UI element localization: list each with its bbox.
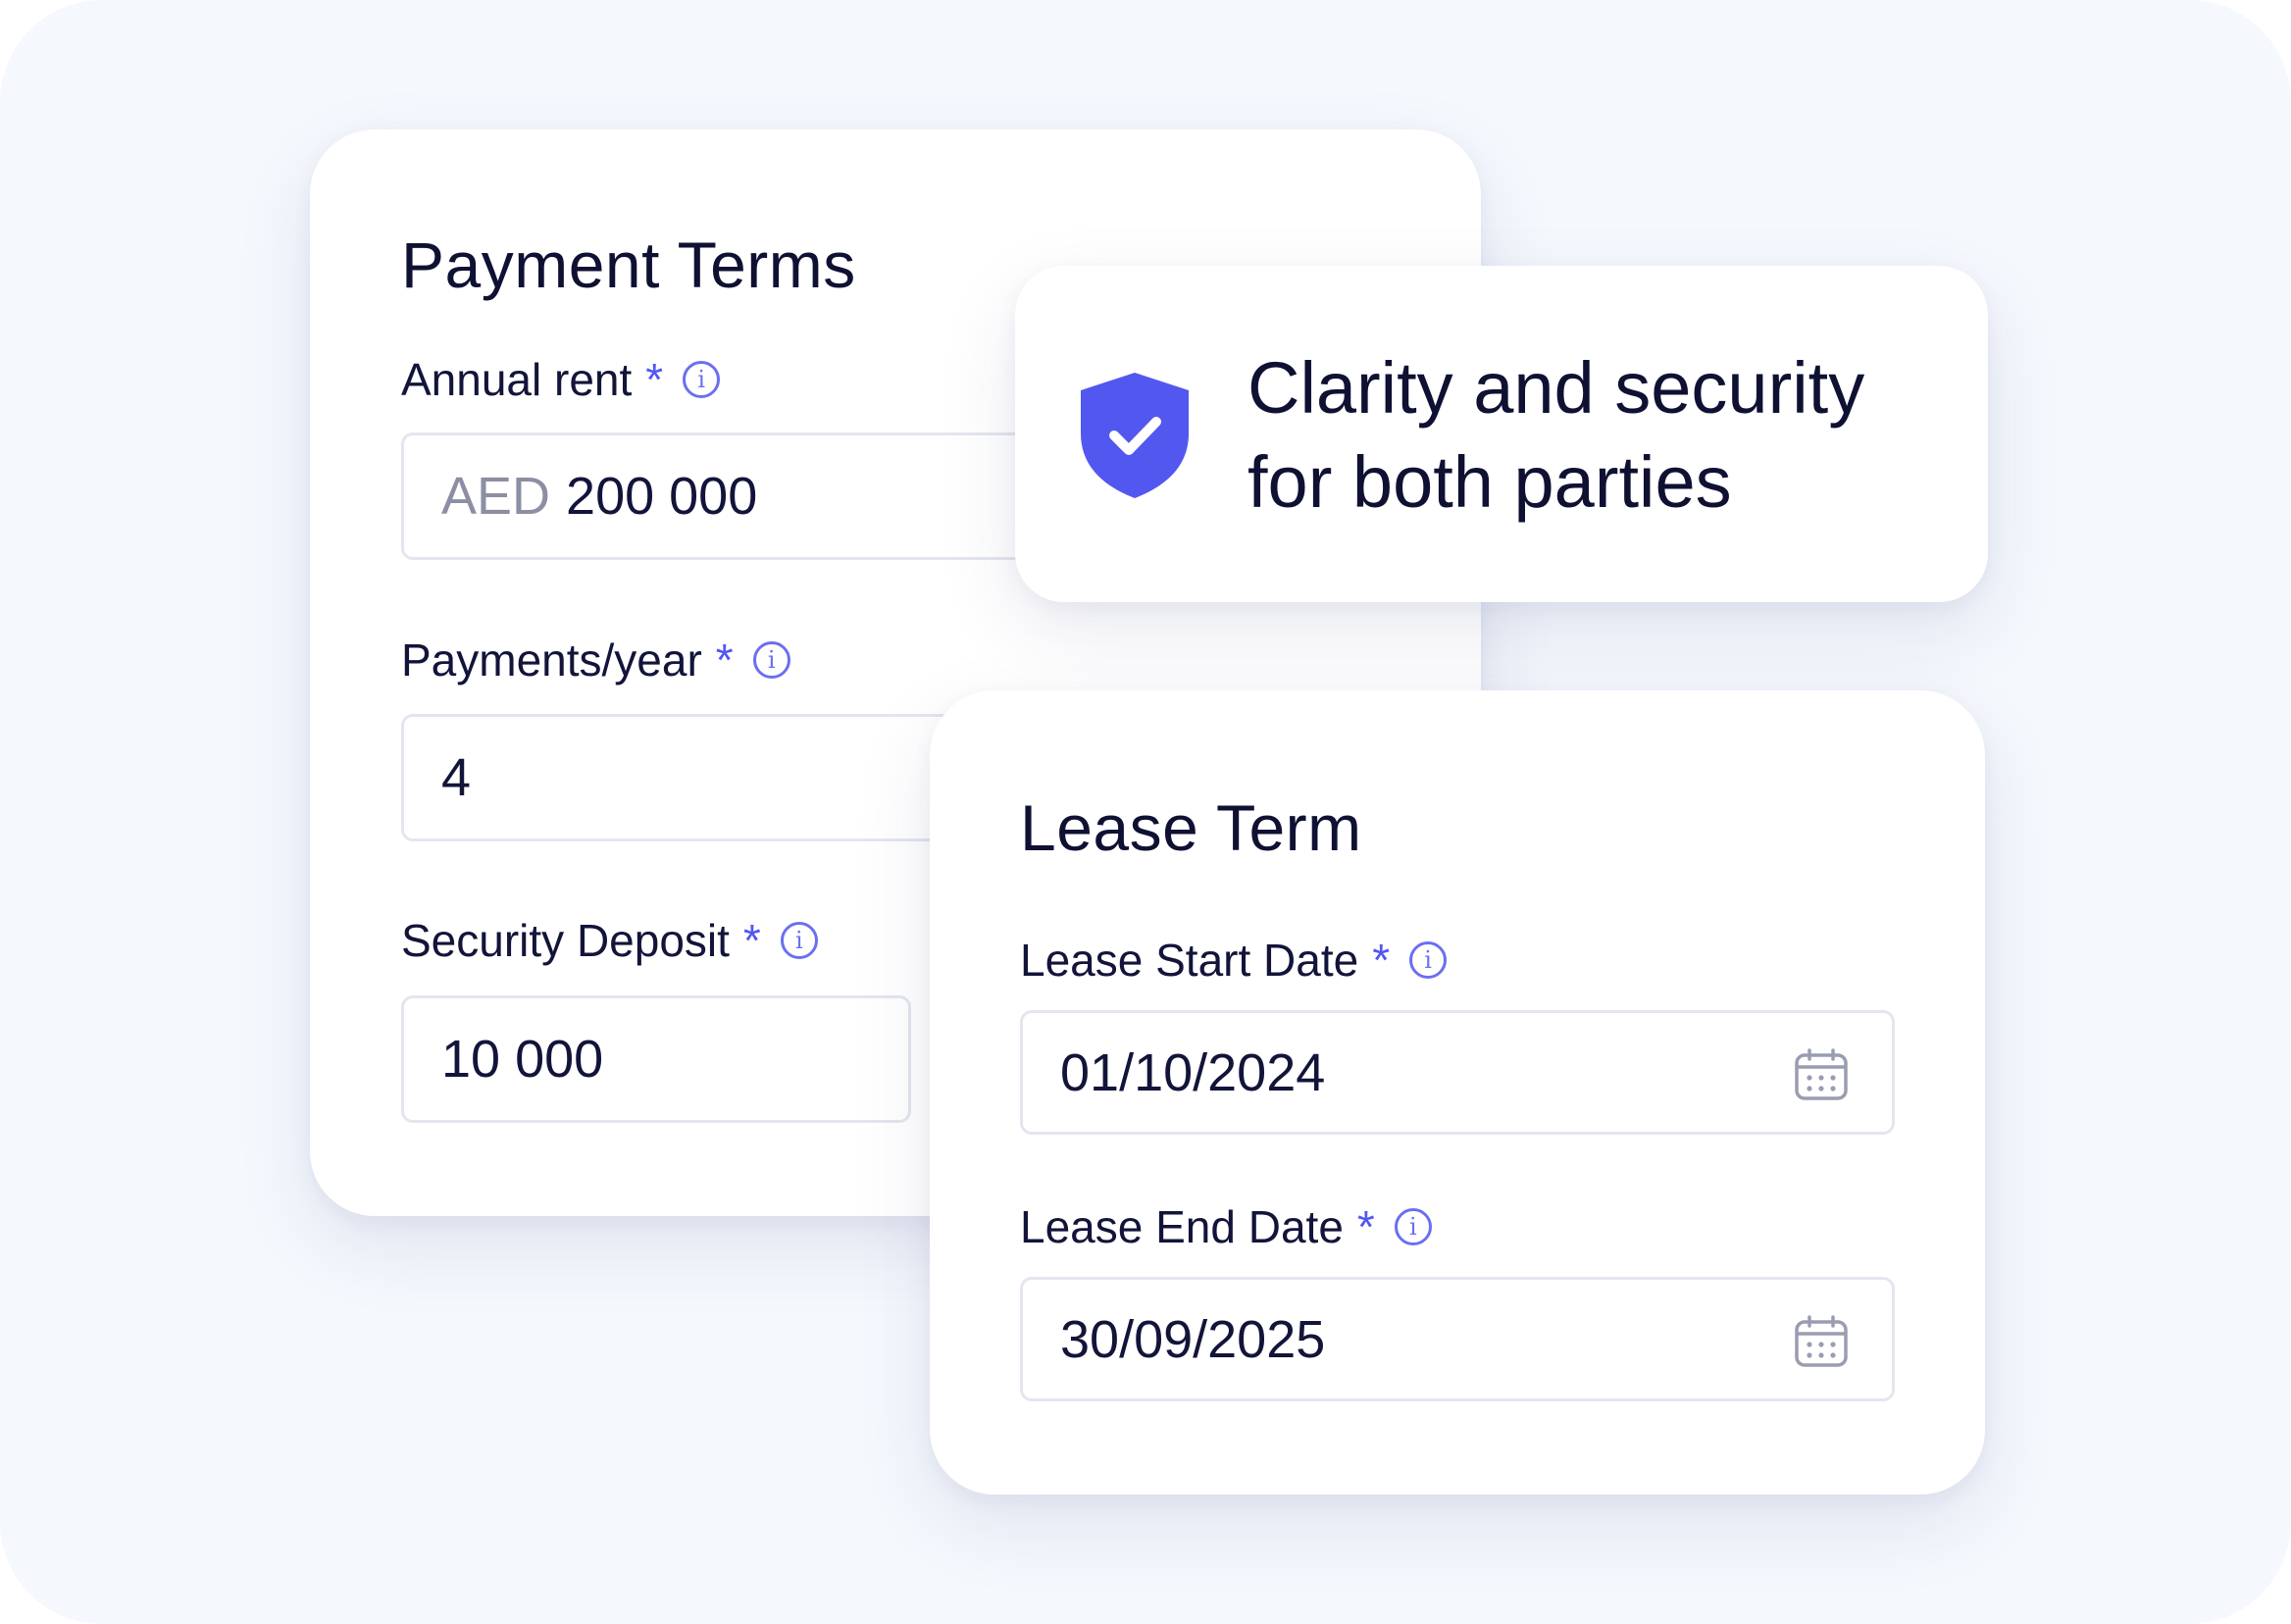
security-deposit-label: Security Deposit * i bbox=[401, 914, 818, 967]
lease-start-date-value: 01/10/2024 bbox=[1060, 1042, 1326, 1102]
calendar-icon[interactable] bbox=[1794, 1047, 1849, 1102]
info-icon[interactable]: i bbox=[780, 922, 818, 959]
payments-per-year-field[interactable]: 4 bbox=[401, 714, 990, 841]
payments-per-year-value: 4 bbox=[441, 748, 472, 807]
annual-rent-field[interactable]: AED 200 000 bbox=[401, 432, 1088, 560]
lease-start-date-label-text: Lease Start Date bbox=[1020, 935, 1359, 986]
lease-start-date-label: Lease Start Date * i bbox=[1020, 934, 1448, 987]
badge-message: Clarity and security for both parties bbox=[1247, 341, 1864, 530]
info-icon[interactable]: i bbox=[683, 361, 721, 398]
security-deposit-label-text: Security Deposit bbox=[401, 915, 730, 966]
annual-rent-value: 200 000 bbox=[566, 467, 758, 526]
payment-terms-title: Payment Terms bbox=[401, 228, 856, 301]
required-asterisk: * bbox=[715, 634, 734, 685]
lease-end-date-label: Lease End Date * i bbox=[1020, 1200, 1432, 1253]
required-asterisk: * bbox=[742, 915, 761, 966]
lease-end-date-value: 30/09/2025 bbox=[1060, 1309, 1326, 1369]
badge-line-1: Clarity and security bbox=[1247, 347, 1865, 429]
security-deposit-field[interactable]: 10 000 bbox=[401, 995, 911, 1123]
info-icon[interactable]: i bbox=[1394, 1208, 1432, 1245]
lease-end-date-label-text: Lease End Date bbox=[1020, 1201, 1344, 1252]
info-icon[interactable]: i bbox=[1409, 941, 1448, 979]
lease-start-date-field[interactable]: 01/10/2024 bbox=[1020, 1010, 1895, 1135]
annual-rent-label: Annual rent * i bbox=[401, 353, 721, 406]
calendar-icon[interactable] bbox=[1794, 1314, 1849, 1369]
payments-per-year-label-text: Payments/year bbox=[401, 634, 702, 685]
required-asterisk: * bbox=[645, 354, 664, 405]
badge-line-2: for both parties bbox=[1247, 441, 1732, 523]
required-asterisk: * bbox=[1356, 1201, 1375, 1252]
payments-per-year-label: Payments/year * i bbox=[401, 634, 790, 686]
lease-term-title: Lease Term bbox=[1020, 791, 1362, 864]
annual-rent-label-text: Annual rent bbox=[401, 354, 633, 405]
required-asterisk: * bbox=[1372, 935, 1391, 986]
info-icon[interactable]: i bbox=[752, 641, 790, 679]
currency-prefix: AED bbox=[441, 467, 551, 526]
shield-check-icon bbox=[1081, 373, 1189, 498]
lease-end-date-field[interactable]: 30/09/2025 bbox=[1020, 1277, 1895, 1401]
security-deposit-value: 10 000 bbox=[441, 1030, 604, 1089]
